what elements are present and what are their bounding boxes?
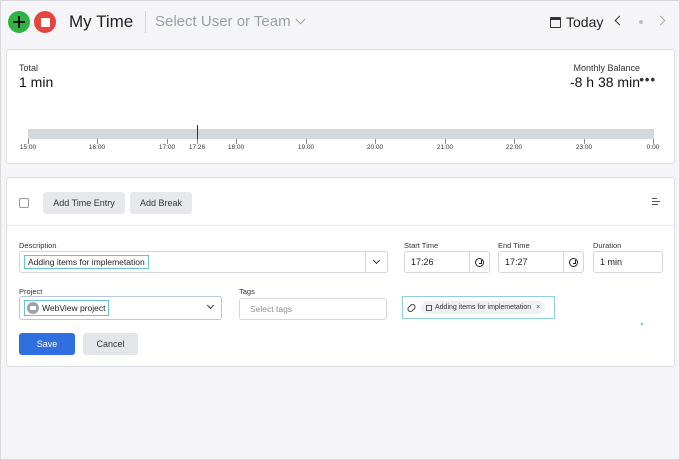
folder-icon xyxy=(27,302,39,314)
date-picker-button[interactable]: Today xyxy=(550,14,603,30)
entry-toolbar: Add Time Entry Add Break xyxy=(7,178,674,226)
timeline-card: Total 1 min Monthly Balance -8 h 38 min … xyxy=(6,49,675,164)
description-value: Adding items for implemetation xyxy=(24,255,149,269)
sort-icon[interactable] xyxy=(652,198,660,206)
description-dropdown-button[interactable] xyxy=(365,252,387,272)
add-time-entry-button[interactable]: Add Time Entry xyxy=(43,192,125,214)
start-timer-button[interactable] xyxy=(8,11,30,33)
next-day-button[interactable] xyxy=(655,15,666,26)
linked-item-field[interactable]: Adding items for implemetation × xyxy=(402,296,555,319)
timeline-tick-label: 17:26 xyxy=(188,144,206,151)
chevron-down-icon xyxy=(206,301,214,310)
remove-link-icon[interactable]: × xyxy=(536,304,540,311)
monthly-balance-value: -8 h 38 min xyxy=(569,74,640,90)
calendar-icon xyxy=(550,16,561,28)
current-day-dot[interactable] xyxy=(639,20,643,24)
chevron-down-icon xyxy=(372,256,381,265)
tags-label: Tags xyxy=(239,287,255,296)
timeline-tick-label: 15:00 xyxy=(19,144,37,151)
start-time-value: 17:26 xyxy=(411,257,434,267)
start-time-label: Start Time xyxy=(404,241,439,250)
header-divider xyxy=(145,11,146,33)
user-team-select-label: Select User or Team xyxy=(155,13,291,30)
timeline-tick-label: 16:00 xyxy=(88,144,106,151)
timeline-tick-label: 19:00 xyxy=(297,144,315,151)
start-time-picker-button[interactable] xyxy=(469,252,489,272)
description-label: Description xyxy=(19,241,57,250)
project-label: Project xyxy=(19,287,43,296)
stop-timer-button[interactable] xyxy=(34,11,56,33)
timeline-tick-label: 18:00 xyxy=(227,144,245,151)
time-entry-card: Add Time Entry Add Break Description Add… xyxy=(6,177,675,367)
linked-item-label: Adding items for implemetation xyxy=(435,304,532,311)
project-value: WebView project xyxy=(42,303,106,313)
timeline-tick-label: 23:00 xyxy=(575,144,593,151)
more-options-icon[interactable]: ••• xyxy=(639,72,656,87)
timeline-tick-label: 20:00 xyxy=(366,144,384,151)
clock-icon xyxy=(475,257,484,267)
current-time-marker xyxy=(197,125,198,139)
total-value: 1 min xyxy=(19,74,54,90)
project-chip: WebView project xyxy=(24,300,110,316)
app-window: My Time Select User or Team Today Total … xyxy=(0,0,680,460)
end-time-label: End Time xyxy=(498,241,530,250)
monthly-balance-label: Monthly Balance xyxy=(573,63,640,73)
date-label: Today xyxy=(566,14,604,30)
tags-placeholder: Select tags xyxy=(250,304,293,314)
header: My Time Select User or Team Today xyxy=(1,1,679,43)
end-time-picker-button[interactable] xyxy=(563,252,583,272)
cancel-button[interactable]: Cancel xyxy=(83,333,138,355)
timeline-bar[interactable] xyxy=(28,129,654,139)
clock-icon xyxy=(569,257,578,267)
end-time-value: 17:27 xyxy=(505,257,528,267)
decorative-dot xyxy=(641,323,643,325)
tags-select[interactable]: Select tags xyxy=(239,298,387,320)
select-all-checkbox[interactable] xyxy=(19,198,29,208)
total-label: Total xyxy=(19,63,39,73)
duration-field[interactable]: 1 min xyxy=(593,251,663,273)
chevron-down-icon xyxy=(295,14,306,25)
page-title: My Time xyxy=(69,12,134,31)
timeline-tick-label: 17:00 xyxy=(158,144,176,151)
project-dropdown-button[interactable] xyxy=(199,297,221,317)
timeline-tick-label: 0:00 xyxy=(646,144,660,151)
previous-day-button[interactable] xyxy=(614,15,625,26)
project-select[interactable]: WebView project xyxy=(19,296,222,320)
plus-icon xyxy=(13,16,25,28)
duration-label: Duration xyxy=(593,241,622,250)
end-time-field[interactable]: 17:27 xyxy=(498,251,584,273)
duration-value: 1 min xyxy=(600,257,623,267)
link-icon xyxy=(406,302,417,313)
stop-icon xyxy=(40,17,50,27)
add-break-button[interactable]: Add Break xyxy=(130,192,192,214)
save-button[interactable]: Save xyxy=(19,333,75,355)
timeline-tick-label: 21:00 xyxy=(436,144,454,151)
description-field[interactable]: Adding items for implemetation xyxy=(19,251,388,273)
start-time-field[interactable]: 17:26 xyxy=(404,251,490,273)
user-team-select[interactable]: Select User or Team xyxy=(155,13,306,30)
timeline-tick-label: 22:00 xyxy=(505,144,523,151)
linked-item-chip[interactable]: Adding items for implemetation × xyxy=(421,301,546,314)
external-link-icon xyxy=(426,304,432,311)
